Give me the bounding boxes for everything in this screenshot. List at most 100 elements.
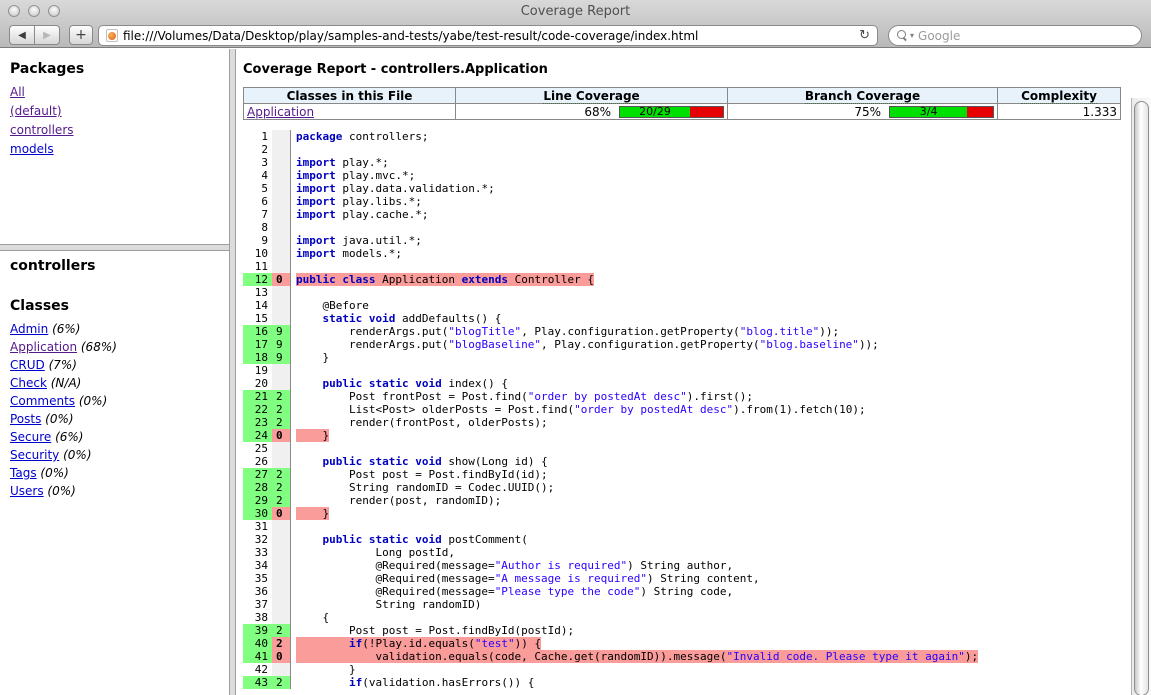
class-link-Admin[interactable]: Admin (10, 322, 48, 336)
search-field[interactable]: ▾ Google (888, 25, 1142, 46)
line-number: 14 (243, 299, 272, 312)
frame-horizontal-divider[interactable] (0, 244, 229, 251)
code-text: import play.cache.*; (291, 208, 1131, 221)
source-line-15: 15 static void addDefaults() { (243, 312, 1131, 325)
address-url[interactable]: file:///Volumes/Data/Desktop/play/sample… (123, 29, 853, 43)
source-line-41: 410 validation.equals(code, Cache.get(ra… (243, 650, 1131, 663)
code-text: import play.data.validation.*; (291, 182, 1131, 195)
hit-count: 0 (272, 273, 291, 286)
vertical-scrollbar[interactable]: ▲ ▼ (1131, 98, 1151, 695)
table-header-row: Classes in this File Line Coverage Branc… (244, 88, 1121, 104)
class-link-Tags[interactable]: Tags (10, 466, 37, 480)
branch-coverage-cell: 75% 3/4 (728, 104, 998, 120)
branch-coverage-pct: 75% (854, 105, 881, 119)
source-line-22: 222 List<Post> olderPosts = Post.find("o… (243, 403, 1131, 416)
forward-button[interactable]: ▶ (34, 25, 60, 45)
source-line-32: 32 public static void postComment( (243, 533, 1131, 546)
class-link-Check[interactable]: Check (10, 376, 47, 390)
browser-window: Coverage Report ◀ ▶ + file:///Volumes/Da… (0, 0, 1151, 695)
back-button[interactable]: ◀ (9, 25, 35, 45)
class-item-Check: Check (N/A) (10, 376, 219, 390)
branch-coverage-bar-red (967, 107, 993, 117)
class-link-Comments[interactable]: Comments (10, 394, 75, 408)
new-tab-button[interactable]: + (69, 25, 93, 45)
hit-count (272, 442, 291, 455)
class-coverage-pct: (0%) (37, 466, 69, 480)
scrollbar-thumb[interactable] (1134, 101, 1149, 695)
source-line-9: 9import java.util.*; (243, 234, 1131, 247)
code-text: @Before (291, 299, 1131, 312)
complexity-cell: 1.333 (998, 104, 1121, 120)
code-text: public static void show(Long id) { (291, 455, 1131, 468)
code-text: List<Post> olderPosts = Post.find("order… (291, 403, 1131, 416)
hit-count: 2 (272, 637, 291, 650)
browser-toolbar: ◀ ▶ + file:///Volumes/Data/Desktop/play/… (0, 22, 1151, 48)
code-text (291, 364, 1131, 377)
package-link-default[interactable]: (default) (10, 104, 62, 118)
hit-count: 0 (272, 507, 291, 520)
frame-vertical-divider[interactable] (229, 49, 236, 695)
code-text: renderArgs.put("blogBaseline", Play.conf… (291, 338, 1131, 351)
search-engine-chevron-icon[interactable]: ▾ (910, 31, 914, 40)
class-link-Users[interactable]: Users (10, 484, 44, 498)
line-number: 25 (243, 442, 272, 455)
line-number: 4 (243, 169, 272, 182)
hit-count (272, 299, 291, 312)
source-line-6: 6import play.libs.*; (243, 195, 1131, 208)
class-item-Users: Users (0%) (10, 484, 219, 498)
line-number: 34 (243, 559, 272, 572)
line-number: 38 (243, 611, 272, 624)
hit-count: 2 (272, 468, 291, 481)
line-number: 39 (243, 624, 272, 637)
package-link-controllers[interactable]: controllers (10, 123, 74, 137)
reload-icon[interactable]: ↻ (859, 28, 870, 43)
packages-frame: Packages All(default)controllersmodels (0, 49, 229, 244)
code-text (291, 286, 1131, 299)
line-number: 28 (243, 481, 272, 494)
hit-count (272, 559, 291, 572)
hit-count (272, 364, 291, 377)
line-number: 41 (243, 650, 272, 663)
line-number: 16 (243, 325, 272, 338)
code-text (291, 442, 1131, 455)
hit-count (272, 611, 291, 624)
class-item-Admin: Admin (6%) (10, 322, 219, 336)
class-link-Posts[interactable]: Posts (10, 412, 41, 426)
class-coverage-pct: (0%) (75, 394, 107, 408)
source-line-11: 11 (243, 260, 1131, 273)
class-coverage-pct: (6%) (51, 430, 83, 444)
package-link-All[interactable]: All (10, 85, 25, 99)
hit-count: 2 (272, 416, 291, 429)
code-text: import play.mvc.*; (291, 169, 1131, 182)
code-text: Post frontPost = Post.find("order by pos… (291, 390, 1131, 403)
code-text: } (291, 351, 1131, 364)
code-text: validation.equals(code, Cache.get(random… (291, 650, 1131, 663)
class-link-CRUD[interactable]: CRUD (10, 358, 45, 372)
hit-count (272, 520, 291, 533)
class-link-Application[interactable]: Application (10, 340, 77, 354)
source-line-18: 189 } (243, 351, 1131, 364)
package-name-heading: controllers (10, 258, 219, 274)
package-link-models[interactable]: models (10, 142, 54, 156)
source-line-14: 14 @Before (243, 299, 1131, 312)
address-bar[interactable]: file:///Volumes/Data/Desktop/play/sample… (98, 25, 878, 46)
code-text: if(!Play.id.equals("test")) { (291, 637, 1131, 650)
source-line-2: 2 (243, 143, 1131, 156)
code-text: import play.*; (291, 156, 1131, 169)
line-coverage-bar: 20/29 (619, 106, 724, 118)
uncovered-highlight: public class Application extends Control… (296, 273, 594, 286)
code-text: String randomID = Codec.UUID(); (291, 481, 1131, 494)
class-link-Security[interactable]: Security (10, 448, 59, 462)
class-item-Secure: Secure (6%) (10, 430, 219, 444)
class-link-Secure[interactable]: Secure (10, 430, 51, 444)
class-link[interactable]: Application (247, 105, 314, 119)
source-code-listing: 1package controllers;23import play.*;4im… (243, 130, 1131, 689)
class-item-CRUD: CRUD (7%) (10, 358, 219, 372)
report-title: Coverage Report - controllers.Applicatio… (243, 62, 1131, 77)
line-number: 32 (243, 533, 272, 546)
forward-icon: ▶ (43, 30, 51, 41)
line-coverage-pct: 68% (584, 105, 611, 119)
hit-count (272, 598, 291, 611)
title-bar[interactable]: Coverage Report (0, 0, 1151, 22)
class-item-Tags: Tags (0%) (10, 466, 219, 480)
